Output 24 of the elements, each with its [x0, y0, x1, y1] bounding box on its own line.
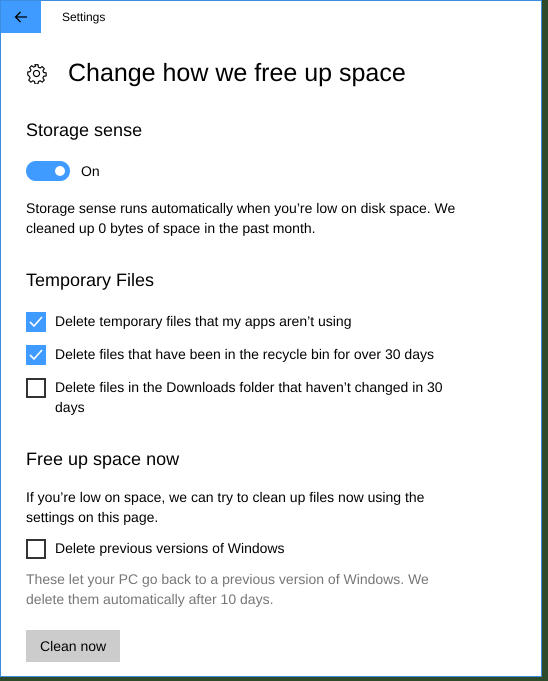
settings-icon [26, 63, 47, 84]
checkbox-label: Delete previous versions of Windows [55, 539, 285, 558]
checkbox[interactable] [26, 539, 46, 559]
checkbox[interactable] [26, 378, 46, 398]
window-title: Settings [62, 10, 106, 24]
checkbox[interactable] [26, 345, 46, 365]
checkbox[interactable] [26, 312, 46, 332]
checkbox-label: Delete files that have been in the recycle bin for over 30 days [55, 345, 434, 364]
back-button[interactable] [1, 1, 41, 33]
toggle-label: On [81, 162, 100, 181]
section-heading: Free up space now [26, 449, 180, 470]
back-arrow-icon [14, 11, 28, 23]
description-text: If you’re low on space, we can try to clean up files now using the settings on this page. [26, 488, 426, 527]
section-heading: Temporary Files [26, 270, 156, 291]
checkbox-label: Delete temporary files that my apps aren’t using [55, 312, 352, 331]
note-text: These let your PC go back to a previous version of Windows. We delete them automatically after 10 days. [26, 570, 430, 609]
clean-now-button[interactable]: Clean now [26, 630, 120, 662]
check-icon [29, 349, 43, 361]
description-text: Storage sense runs automatically when you’re low on disk space. We cleaned up 0 bytes of space in the past month. [26, 199, 456, 238]
section-heading: Storage sense [26, 120, 144, 141]
check-icon [29, 316, 43, 328]
page-title: Change how we free up space [68, 59, 406, 88]
checkbox-label: Delete files in the Downloads folder that haven’t changed in 30 days [55, 378, 444, 417]
toggle-switch[interactable] [26, 161, 70, 181]
